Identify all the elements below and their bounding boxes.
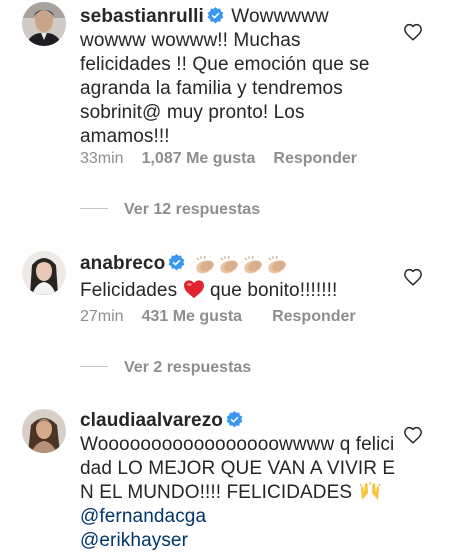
verified-badge-icon [207, 7, 224, 24]
username[interactable]: sebastianrulli [80, 6, 204, 27]
comment-meta: 33min 1,087 Me gusta Responder [80, 150, 357, 168]
avatar[interactable] [22, 2, 66, 46]
view-replies-button[interactable]: Ver 2 respuestas [80, 359, 251, 377]
comment-body: claudiaalvarezo Wooooooooooooooooowwww q… [80, 409, 400, 553]
comment-text-end: que bonito!!!!!!! [204, 280, 338, 301]
clapping-hands-emoji [267, 255, 286, 274]
comment-text: Wooooooooooooooooowwww q felicidad LO ME… [80, 434, 396, 503]
username[interactable]: claudiaalvarezo [80, 410, 223, 431]
replies-divider-line [80, 208, 108, 209]
raised-hands-emoji [359, 482, 381, 500]
avatar[interactable] [22, 409, 66, 453]
clapping-hands-emoji [243, 255, 262, 274]
comment-body: anabreco Felicidades que bonito!!!!!!! [80, 252, 410, 303]
mention-link[interactable]: @fernandacga [80, 506, 206, 527]
timestamp: 33min [80, 150, 124, 167]
likes-count[interactable]: 431 Me gusta [142, 308, 242, 326]
verified-badge-icon [168, 254, 185, 271]
view-replies-label: Ver 12 respuestas [124, 201, 261, 218]
username[interactable]: anabreco [80, 253, 165, 274]
timestamp: 27min [80, 308, 124, 325]
comment-text: Wowwwww wowww wowww!! Muchas felicidades… [80, 6, 370, 147]
verified-badge-icon [226, 411, 243, 428]
reply-button[interactable]: Responder [272, 308, 356, 326]
red-heart-emoji [183, 280, 204, 299]
avatar[interactable] [22, 251, 66, 295]
clapping-hands-emoji-group [193, 255, 289, 279]
mention-link[interactable]: @erikhayser [80, 530, 188, 551]
likes-count[interactable]: 1,087 Me gusta [142, 150, 256, 168]
like-heart-icon[interactable] [403, 426, 423, 444]
comment-text-start: Felicidades [80, 280, 183, 301]
view-replies-button[interactable]: Ver 12 respuestas [80, 201, 260, 219]
comment-body: sebastianrulli Wowwwww wowww wowww!! Muc… [80, 5, 395, 149]
like-heart-icon[interactable] [403, 268, 423, 286]
view-replies-label: Ver 2 respuestas [124, 359, 252, 376]
clapping-hands-emoji [219, 255, 238, 274]
replies-divider-line [80, 366, 108, 367]
like-heart-icon[interactable] [403, 23, 423, 41]
comment-meta: 27min 431 Me gusta Responder [80, 308, 356, 326]
reply-button[interactable]: Responder [273, 150, 357, 168]
clapping-hands-emoji [195, 255, 214, 274]
